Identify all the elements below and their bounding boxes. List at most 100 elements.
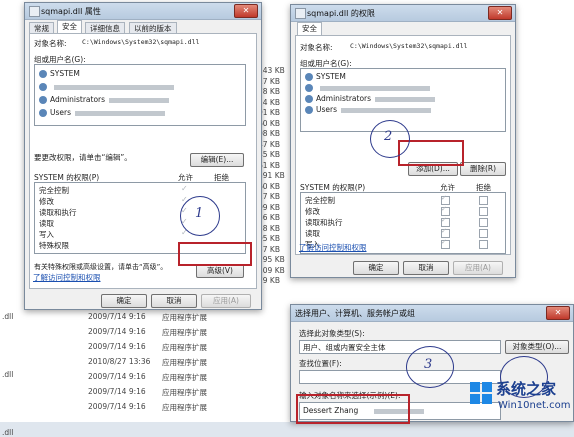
cancel-button[interactable]: 取消 <box>151 294 197 308</box>
permission-label: 读取和执行 <box>305 218 343 227</box>
permission-label: 完全控制 <box>39 186 69 195</box>
watermark: 系统之家 Win10net.com <box>470 376 574 420</box>
user-item-administrators[interactable]: Administrators <box>39 95 170 104</box>
windows-logo-icon <box>470 382 492 404</box>
ok-button[interactable]: 确定 <box>353 261 399 275</box>
properties-titlebar: sqmapi.dll 属性 ✕ <box>25 3 261 20</box>
permission-label: 修改 <box>305 207 320 216</box>
deny-checkbox[interactable] <box>479 240 488 249</box>
user-icon <box>39 70 47 78</box>
user-item-administrators[interactable]: Administrators <box>305 94 436 103</box>
file-row[interactable]: 2009/7/14 9:16 应用程序扩展 <box>88 372 288 384</box>
file-row[interactable]: 2009/7/14 9:16 应用程序扩展 <box>88 402 288 414</box>
user-list[interactable]: SYSTEM Administrators Users <box>300 68 506 132</box>
permission-label: 特殊权限 <box>39 241 69 250</box>
step-number-1: 1 <box>195 206 204 221</box>
file-type: 应用程序扩展 <box>162 343 207 352</box>
file-row[interactable]: 2009/7/14 9:16 应用程序扩展 <box>88 342 288 354</box>
learn-link[interactable]: 了解访问控制和权限 <box>33 272 101 283</box>
advanced-button[interactable]: 高级(V) <box>196 264 244 278</box>
ok-button[interactable]: 确定 <box>101 294 147 308</box>
user-icon <box>305 95 313 103</box>
properties-title: sqmapi.dll 属性 <box>41 7 101 16</box>
file-ext: .dll <box>2 312 14 321</box>
step-number-3: 3 <box>424 357 433 372</box>
check-icon: ✓ <box>441 227 447 235</box>
permission-label: 读取 <box>305 229 320 238</box>
file-type: 应用程序扩展 <box>162 313 207 322</box>
user-item-system[interactable]: SYSTEM <box>39 69 80 78</box>
user-list[interactable]: SYSTEM Administrators Users <box>34 64 246 126</box>
file-icon <box>29 6 40 17</box>
watermark-name: 系统之家 <box>496 380 557 398</box>
file-row[interactable]: 2009/7/14 9:16 应用程序扩展 <box>88 312 288 324</box>
file-date: 2009/7/14 9:16 <box>88 402 146 411</box>
permission-label: 读取 <box>39 219 54 228</box>
user-item-blurred[interactable] <box>39 82 174 91</box>
file-date: 2009/7/14 9:16 <box>88 372 146 381</box>
deny-checkbox[interactable] <box>479 207 488 216</box>
user-icon <box>305 106 313 114</box>
permissions-titlebar: sqmapi.dll 的权限 ✕ <box>291 5 515 22</box>
file-size: 109 KB <box>258 265 285 275</box>
user-item-system[interactable]: SYSTEM <box>305 72 346 81</box>
close-button[interactable]: ✕ <box>546 306 570 320</box>
deny-checkbox[interactable] <box>479 196 488 205</box>
file-ext: .dll <box>2 370 14 379</box>
permissions-title: sqmapi.dll 的权限 <box>307 9 375 18</box>
file-ext: .dll <box>2 428 14 437</box>
check-icon: ✓ <box>441 238 447 246</box>
check-icon: ✓ <box>441 205 447 213</box>
check-icon: ✓ <box>441 216 447 224</box>
learn-link[interactable]: 了解访问控制和权限 <box>299 242 367 253</box>
background-left-dlls: .dll .dll .dll <box>2 312 22 437</box>
step-number-2: 2 <box>384 129 393 144</box>
file-date: 2009/7/14 9:16 <box>88 342 146 351</box>
user-item-users[interactable]: Users <box>39 108 166 117</box>
user-item-users[interactable]: Users <box>305 105 432 114</box>
file-row[interactable]: 2009/7/14 9:16 应用程序扩展 <box>88 327 288 339</box>
deny-checkbox[interactable] <box>479 229 488 238</box>
object-name-value: C:\Windows\System32\sqmapi.dll <box>350 42 468 50</box>
apply-button[interactable]: 应用(A) <box>453 261 503 275</box>
shield-icon <box>295 8 306 19</box>
check-icon: ✓ <box>441 194 447 202</box>
highlight-names-input <box>296 394 410 424</box>
user-icon <box>305 73 313 81</box>
highlight-advanced <box>178 242 252 266</box>
file-date: 2009/7/14 9:16 <box>88 387 146 396</box>
user-icon <box>39 96 47 104</box>
file-type: 应用程序扩展 <box>162 373 207 382</box>
file-size: 143 KB <box>258 66 285 75</box>
special-hint: 有关特殊权限或高级设置，请单击“高级”。 <box>34 263 168 271</box>
remove-button[interactable]: 删除(R) <box>460 162 506 176</box>
user-icon <box>39 109 47 117</box>
close-button[interactable]: ✕ <box>488 6 512 20</box>
object-name-label: 对象名称: <box>300 43 333 52</box>
user-item-blurred[interactable] <box>305 83 430 92</box>
edit-button[interactable]: 编辑(E)... <box>190 153 244 167</box>
object-name-value: C:\Windows\System32\sqmapi.dll <box>82 38 200 46</box>
file-size: 591 KB <box>258 171 285 180</box>
apply-button[interactable]: 应用(A) <box>201 294 251 308</box>
permission-label: 修改 <box>39 197 54 206</box>
check-icon: ✓ <box>181 184 188 193</box>
file-date: 2009/7/14 9:16 <box>88 327 146 336</box>
background-rows: 2009/7/14 9:16 应用程序扩展 2009/7/14 9:16 应用程序扩展… <box>88 312 288 422</box>
permission-label: 写入 <box>39 230 54 239</box>
tab-security[interactable]: 安全 <box>57 20 82 34</box>
user-icon <box>39 83 47 91</box>
permission-label: 完全控制 <box>305 196 335 205</box>
deny-checkbox[interactable] <box>479 218 488 227</box>
file-row[interactable]: 2009/7/14 9:16 应用程序扩展 <box>88 387 288 399</box>
select-users-titlebar: 选择用户、计算机、服务帐户或组 ✕ <box>291 305 573 322</box>
tab-security[interactable]: 安全 <box>297 22 322 36</box>
cancel-button[interactable]: 取消 <box>403 261 449 275</box>
watermark-url: Win10net.com <box>498 400 571 411</box>
close-button[interactable]: ✕ <box>234 4 258 18</box>
location-label: 查找位置(F): <box>299 359 342 368</box>
file-row[interactable]: 2010/8/27 13:36 应用程序扩展 <box>88 357 288 369</box>
object-type-field: 用户、组或内置安全主体 <box>299 340 501 354</box>
object-name-label: 对象名称: <box>34 39 67 48</box>
object-types-button[interactable]: 对象类型(O)... <box>505 340 569 354</box>
